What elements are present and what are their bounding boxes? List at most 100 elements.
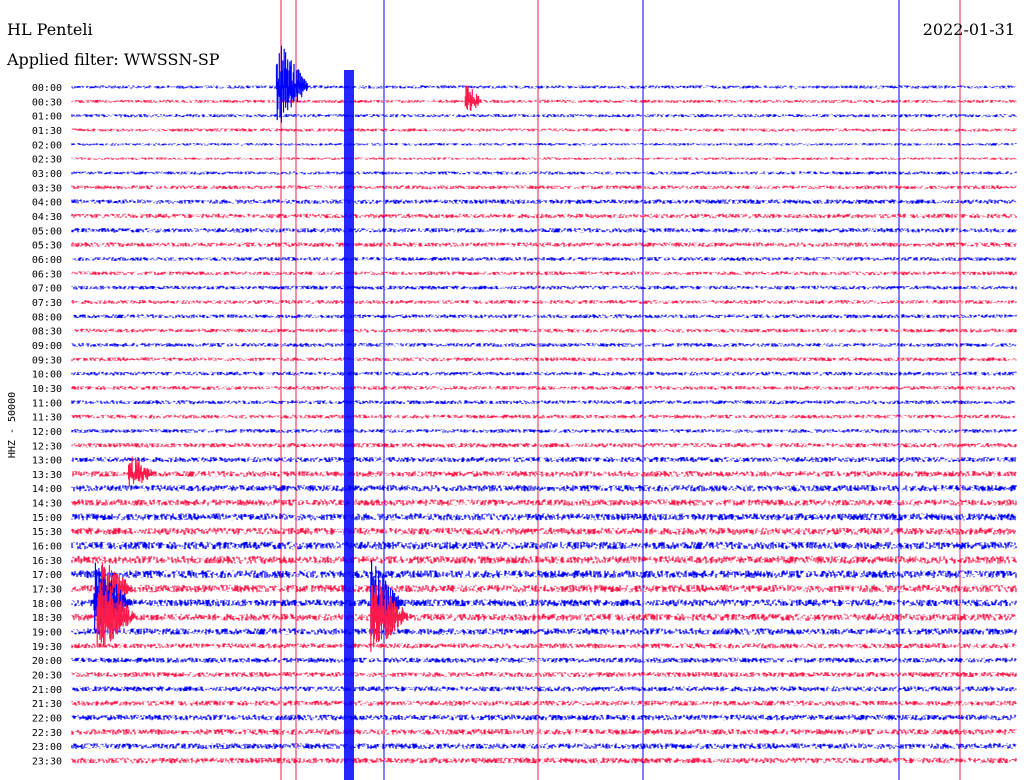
row-label: 10:30 — [32, 384, 62, 395]
trace-row-0930 — [71, 357, 1017, 362]
trace-row-2200 — [71, 714, 1017, 721]
trace-row-1500 — [71, 513, 1017, 521]
row-label: 12:00 — [32, 427, 62, 438]
event-burst-2 — [128, 456, 154, 487]
row-label: 22:30 — [32, 728, 62, 739]
trace-row-0700 — [71, 285, 1017, 290]
date-label: 2022-01-31 — [922, 20, 1015, 39]
row-label: 19:00 — [32, 628, 62, 639]
row-label: 11:30 — [32, 413, 62, 424]
trace-row-0400 — [71, 199, 1017, 204]
trace-row-2330 — [71, 757, 1017, 764]
row-label: 05:30 — [32, 241, 62, 252]
row-label: 03:00 — [32, 169, 62, 180]
row-label: 01:30 — [32, 126, 62, 137]
row-label: 07:00 — [32, 284, 62, 295]
trace-row-0800 — [73, 314, 1017, 319]
trace-row-1430 — [71, 499, 1017, 506]
trace-row-1600 — [71, 541, 1017, 550]
row-label: 12:30 — [32, 441, 62, 452]
row-label: 06:00 — [32, 255, 62, 266]
trace-row-0230 — [71, 157, 1017, 160]
trace-row-1630 — [71, 556, 1017, 564]
trace-row-0000 — [71, 85, 1017, 89]
row-label: 03:30 — [32, 183, 62, 194]
row-label: 21:30 — [32, 699, 62, 710]
row-label: 15:00 — [32, 513, 62, 524]
trace-row-1300 — [71, 457, 1017, 463]
row-label: 23:30 — [32, 757, 62, 768]
row-label: 13:30 — [32, 470, 62, 481]
row-label: 17:00 — [32, 570, 62, 581]
trace-row-1000 — [71, 371, 1017, 376]
row-label: 14:00 — [32, 484, 62, 495]
seismogram-plot: 00:00 00:30 01:00 01:30 02:00 02:30 03:00 03:30… — [7, 0, 1017, 780]
trace-row-0830 — [71, 328, 1017, 333]
trace-row-1900 — [71, 628, 1017, 635]
trace-row-0530 — [71, 242, 1017, 247]
trace-row-1200 — [71, 429, 1017, 433]
row-label: 10:00 — [32, 370, 62, 381]
trace-row-0430 — [71, 213, 1017, 219]
trace-row-1030 — [71, 386, 1017, 390]
trace-row-1400 — [71, 485, 1017, 492]
trace-row-2130 — [71, 700, 1017, 706]
event-burst-0 — [275, 45, 308, 123]
glitch-stripe — [344, 70, 354, 780]
trace-row-0500 — [71, 228, 1017, 233]
row-label: 06:30 — [32, 269, 62, 280]
trace-row-2230 — [71, 729, 1017, 735]
trace-row-0900 — [71, 343, 1017, 347]
row-label: 16:00 — [32, 542, 62, 553]
row-label: 08:00 — [32, 312, 62, 323]
trace-row-1530 — [71, 527, 1017, 535]
trace-row-0130 — [71, 128, 1017, 132]
trace-row-1100 — [71, 400, 1017, 405]
row-label: 14:30 — [32, 499, 62, 510]
trace-row-1230 — [71, 443, 1017, 448]
trace-row-1330 — [71, 471, 1017, 477]
y-axis-label: HHZ - 50000 — [7, 392, 18, 458]
event-burst-7 — [370, 582, 409, 652]
row-label: 16:30 — [32, 556, 62, 567]
row-label: 18:30 — [32, 613, 62, 624]
row-label: 23:00 — [32, 742, 62, 753]
row-label: 11:00 — [32, 398, 62, 409]
trace-row-0030 — [71, 99, 1017, 103]
row-label: 00:30 — [32, 97, 62, 108]
row-label: 08:30 — [32, 327, 62, 338]
trace-row-0730 — [71, 300, 1017, 304]
trace-row-1800 — [71, 599, 1017, 607]
row-label: 01:00 — [32, 112, 62, 123]
trace-row-2000 — [71, 657, 1017, 663]
filter-label: Applied filter: WWSSN-SP — [7, 50, 220, 69]
row-label: 21:00 — [32, 685, 62, 696]
trace-row-0330 — [71, 185, 1017, 190]
row-label: 09:00 — [32, 341, 62, 352]
event-burst-1 — [464, 85, 482, 111]
trace-row-2300 — [71, 743, 1017, 750]
row-label: 00:00 — [32, 83, 62, 94]
trace-row-1130 — [71, 414, 1017, 419]
row-label: 18:00 — [32, 599, 62, 610]
row-label: 09:30 — [32, 355, 62, 366]
trace-row-0100 — [71, 114, 1017, 118]
row-label: 20:30 — [32, 671, 62, 682]
row-label: 19:30 — [32, 642, 62, 653]
trace-row-1830 — [71, 613, 1017, 621]
trace-row-0630 — [71, 271, 1017, 276]
trace-row-2030 — [71, 672, 1017, 678]
trace-row-1730 — [71, 584, 1017, 593]
row-label: 15:30 — [32, 527, 62, 538]
row-label: 17:30 — [32, 585, 62, 596]
row-label: 02:00 — [32, 140, 62, 151]
row-label: 04:30 — [32, 212, 62, 223]
row-label: 04:00 — [32, 198, 62, 209]
trace-row-0200 — [71, 143, 1017, 146]
trace-row-1930 — [71, 643, 1017, 649]
trace-row-0600 — [71, 257, 1017, 261]
trace-row-1700 — [71, 570, 1017, 579]
row-label: 22:00 — [32, 714, 62, 725]
row-label: 13:00 — [32, 456, 62, 467]
row-label: 07:30 — [32, 298, 62, 309]
